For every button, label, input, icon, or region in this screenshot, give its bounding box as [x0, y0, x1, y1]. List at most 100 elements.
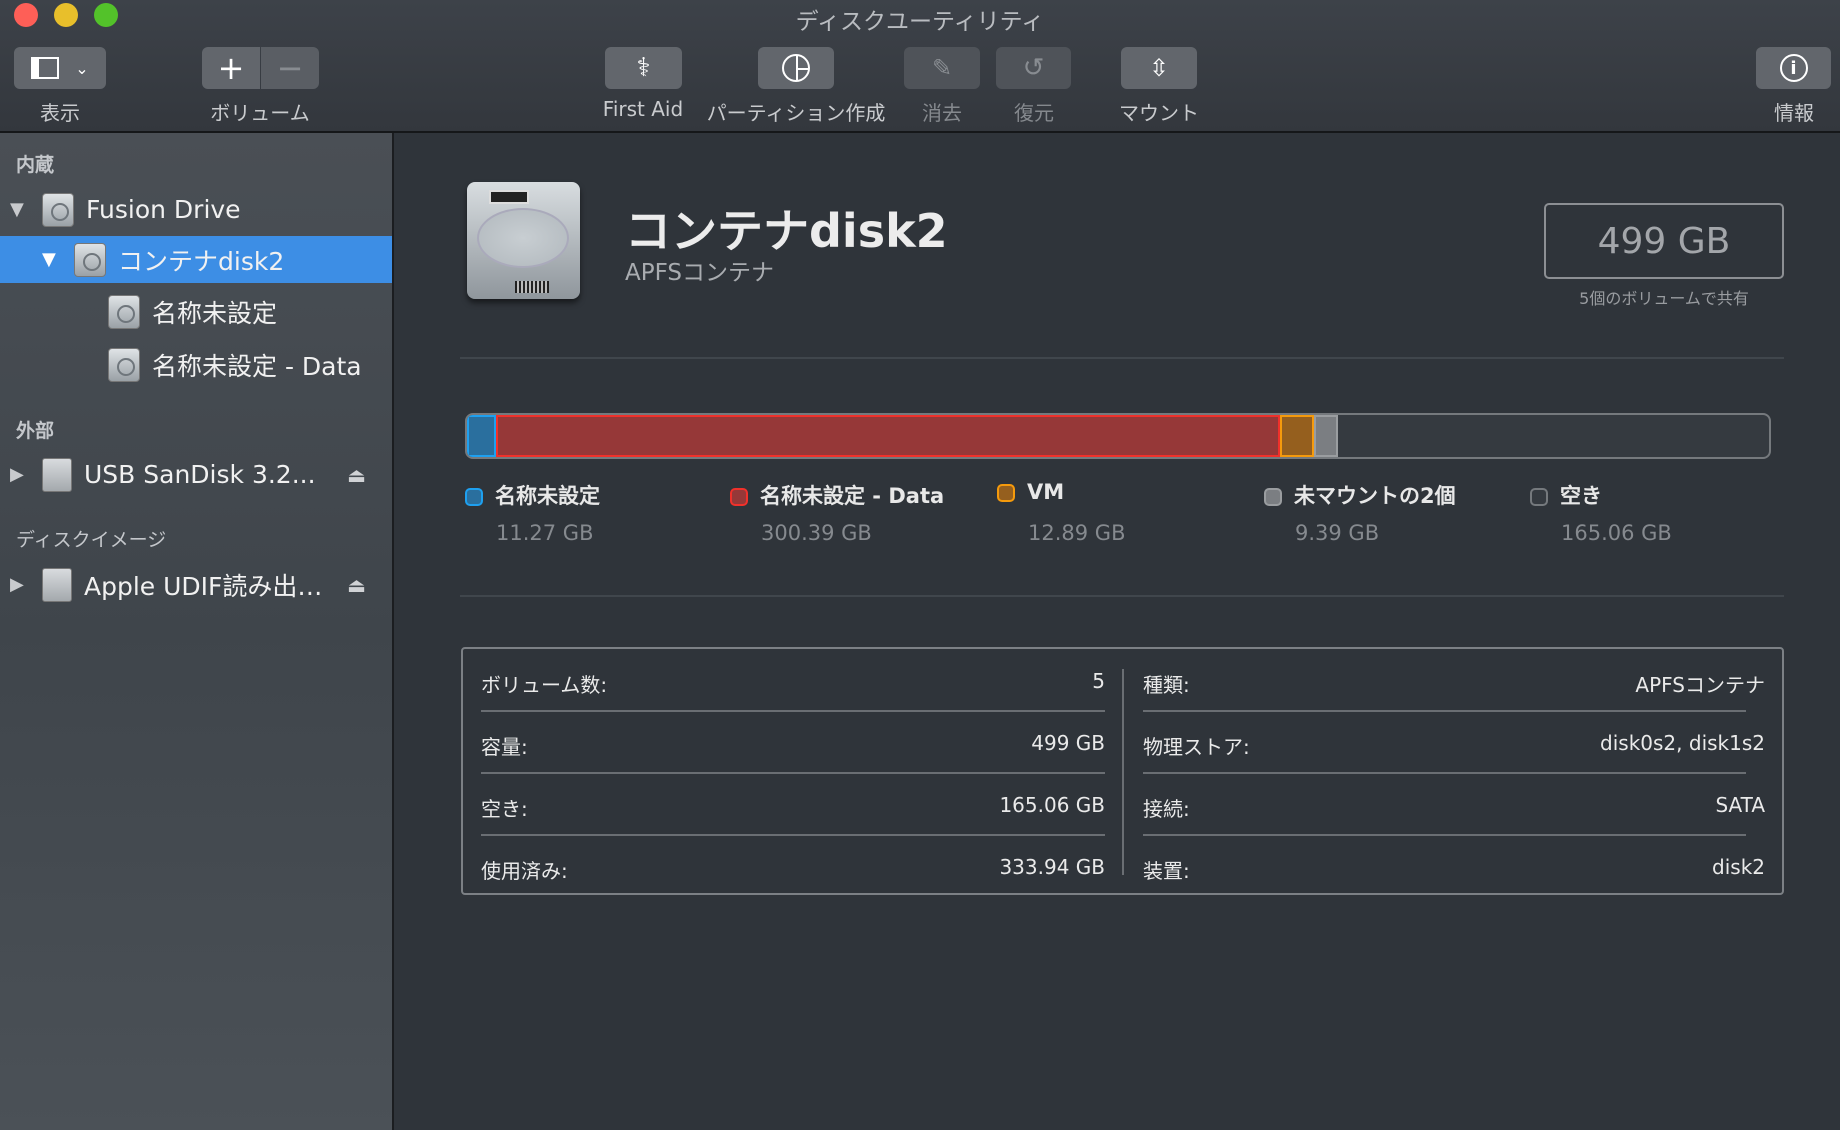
info-icon: i — [1779, 54, 1808, 82]
restore-button[interactable]: ↺ — [996, 47, 1071, 89]
sidebar-item-udif[interactable]: ▶ Apple UDIF読み出… ⏏ — [0, 561, 392, 608]
toolbar: ディスクユーティリティ ⌄ 表示 + − ボリューム ⚕ First Aid パ… — [0, 0, 1840, 133]
page-title: コンテナdisk2 — [625, 204, 948, 258]
capacity-box: 499 GB — [1544, 203, 1784, 279]
row-separator — [1143, 772, 1747, 774]
legend-label: 空き — [1560, 484, 1602, 508]
usage-segment — [467, 415, 497, 457]
capacity-value: 499 GB — [1597, 220, 1731, 262]
shared-caption: 5個のボリュームで共有 — [1579, 289, 1749, 308]
legend-item: 名称未設定 - Data — [730, 480, 944, 510]
remove-volume-button[interactable]: − — [261, 47, 319, 89]
partition-button[interactable] — [758, 47, 834, 89]
usage-segment — [496, 415, 1281, 457]
info-key: 容量: — [481, 735, 528, 759]
item-label: コンテナdisk2 — [118, 246, 285, 276]
info-row: 使用済み: 333.94 GB — [481, 855, 1105, 884]
partition-label: パーティション作成 — [706, 101, 886, 125]
row-separator — [1143, 710, 1747, 712]
info-row: 接続: SATA — [1143, 793, 1765, 822]
sidebar-item-container-disk2[interactable]: ▼ コンテナdisk2 — [0, 236, 392, 283]
external-drive-icon — [42, 457, 72, 492]
section-disk-images: ディスクイメージ — [16, 529, 167, 551]
info-row: 空き: 165.06 GB — [481, 793, 1105, 822]
sidebar: 内蔵 ▼ Fusion Drive ▼ コンテナdisk2 名称未設定 名称未設定 … — [0, 133, 394, 1130]
usage-segment — [1280, 415, 1314, 457]
legend-swatch-icon — [730, 488, 748, 506]
row-separator — [481, 834, 1105, 836]
legend-swatch-icon — [1264, 488, 1282, 506]
info-value: disk2 — [1712, 855, 1765, 879]
info-key: 物理ストア: — [1143, 735, 1250, 759]
sidebar-item-volume[interactable]: 名称未設定 — [0, 288, 392, 335]
item-label: USB SanDisk 3.2... — [84, 460, 316, 489]
legend-item: 空き — [1530, 480, 1602, 510]
page-subtitle: APFSコンテナ — [625, 260, 775, 286]
restore-label: 復元 — [1014, 101, 1054, 125]
info-key: 空き: — [481, 797, 528, 821]
mount-label: マウント — [1119, 101, 1199, 125]
disclosure-open-icon[interactable]: ▼ — [42, 249, 62, 270]
sidebar-icon — [31, 57, 60, 79]
info-value: 333.94 GB — [999, 855, 1105, 879]
legend-value: 9.39 GB — [1295, 521, 1380, 545]
usage-bar — [465, 413, 1771, 459]
window-title: ディスクユーティリティ — [795, 9, 1045, 35]
hdd-icon — [108, 347, 140, 382]
row-separator — [481, 710, 1105, 712]
legend-item: VM — [997, 480, 1064, 504]
minus-icon: − — [276, 49, 304, 87]
info-row: 種類: APFSコンテナ — [1143, 669, 1765, 698]
mount-icon: ⇳ — [1148, 54, 1170, 82]
hdd-icon — [42, 192, 74, 227]
item-label: Fusion Drive — [86, 195, 241, 224]
erase-button[interactable]: ✎ — [904, 47, 980, 89]
legend-value: 12.89 GB — [1028, 521, 1126, 545]
disk-image-icon — [42, 567, 72, 602]
legend-label: 未マウントの2個 — [1294, 484, 1456, 508]
sidebar-item-fusion-drive[interactable]: ▼ Fusion Drive — [0, 186, 392, 233]
info-value: 165.06 GB — [999, 793, 1105, 817]
info-row: ボリューム数: 5 — [481, 669, 1105, 698]
info-key: 種類: — [1143, 673, 1190, 697]
add-volume-button[interactable]: + — [202, 47, 260, 89]
info-key: ボリューム数: — [481, 673, 608, 697]
hard-drive-icon — [467, 182, 580, 299]
divider — [460, 595, 1784, 597]
legend-value: 11.27 GB — [496, 521, 594, 545]
info-key: 接続: — [1143, 797, 1190, 821]
column-divider — [1122, 669, 1124, 875]
sidebar-item-volume-data[interactable]: 名称未設定 - Data — [0, 341, 392, 388]
item-label: Apple UDIF読み出… — [84, 571, 323, 601]
info-row: 容量: 499 GB — [481, 731, 1105, 760]
pie-icon — [782, 54, 810, 82]
legend-label: 名称未設定 - Data — [760, 484, 945, 508]
section-external: 外部 — [16, 420, 55, 442]
erase-icon: ✎ — [931, 54, 953, 82]
plus-icon: + — [217, 49, 245, 87]
mount-button[interactable]: ⇳ — [1121, 47, 1197, 89]
disclosure-open-icon[interactable]: ▼ — [10, 199, 30, 220]
info-value: 5 — [1092, 669, 1105, 693]
legend-item: 名称未設定 — [465, 480, 600, 510]
info-value: APFSコンテナ — [1635, 673, 1765, 697]
first-aid-label: First Aid — [602, 97, 684, 121]
section-internal: 内蔵 — [16, 154, 55, 176]
info-button[interactable]: i — [1756, 47, 1831, 89]
legend-value: 300.39 GB — [761, 521, 872, 545]
disclosure-closed-icon[interactable]: ▶ — [10, 574, 30, 595]
legend-swatch-icon — [1530, 488, 1548, 506]
view-button[interactable]: ⌄ — [14, 47, 106, 89]
disclosure-closed-icon[interactable]: ▶ — [10, 464, 30, 485]
stethoscope-icon: ⚕ — [636, 53, 651, 83]
hdd-icon — [108, 294, 140, 329]
row-separator — [1143, 834, 1747, 836]
sidebar-item-usb[interactable]: ▶ USB SanDisk 3.2... ⏏ — [0, 451, 392, 498]
info-label: 情報 — [1774, 101, 1814, 125]
eject-icon[interactable]: ⏏ — [347, 573, 366, 597]
first-aid-button[interactable]: ⚕ — [605, 47, 682, 89]
usage-segment — [1313, 415, 1339, 457]
legend-value: 165.06 GB — [1561, 521, 1672, 545]
eject-icon[interactable]: ⏏ — [347, 463, 366, 487]
info-value: SATA — [1715, 793, 1765, 817]
